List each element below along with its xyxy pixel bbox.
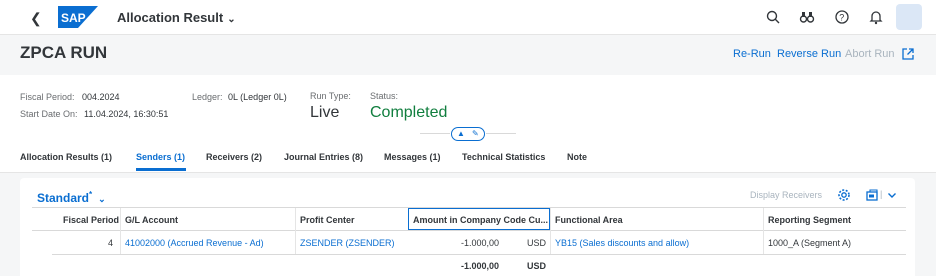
back-icon[interactable]: ❮ <box>30 10 42 27</box>
variant-selector[interactable]: Standard* ⌄ <box>37 190 106 205</box>
ledger-value: 0L (Ledger 0L) <box>228 92 287 102</box>
help-icon[interactable]: ? <box>834 9 850 25</box>
cell-currency: USD <box>527 238 547 248</box>
search-icon[interactable] <box>765 9 781 25</box>
column-separator <box>295 208 296 254</box>
cell-amount: -1.000,00 <box>461 238 500 248</box>
start-date-label: Start Date On: <box>20 109 78 119</box>
tab-allocation-results[interactable]: Allocation Results (1) <box>20 152 112 162</box>
pin-header-icon[interactable]: ✎ <box>472 129 479 138</box>
open-external-icon[interactable] <box>901 47 915 61</box>
rerun-button[interactable]: Re-Run <box>733 48 771 60</box>
cell-gl-account-link[interactable]: 41002000 (Accrued Revenue - Ad) <box>125 238 264 248</box>
tab-journal-entries[interactable]: Journal Entries (8) <box>284 152 363 162</box>
col-header-functional-area[interactable]: Functional Area <box>555 215 623 225</box>
fiscal-period-value: 004.2024 <box>82 92 120 102</box>
ledger-label: Ledger: <box>192 92 223 102</box>
app-title: Allocation Result <box>117 10 224 25</box>
run-type-value: Live <box>310 104 340 121</box>
chevron-down-icon[interactable] <box>885 188 899 202</box>
sap-logo[interactable]: SAP <box>58 6 98 28</box>
header-divider-right <box>486 133 516 134</box>
start-date-value: 11.04.2024, 16:30:51 <box>84 109 169 119</box>
tabbar-divider <box>0 172 936 173</box>
cell-profit-center-link[interactable]: ZSENDER (ZSENDER) <box>300 238 395 248</box>
cell-fiscal-period: 4 <box>108 238 114 248</box>
toolbar-separator: | <box>880 189 883 199</box>
page-title: ZPCA RUN <box>20 43 108 62</box>
col-header-reporting-segment[interactable]: Reporting Segment <box>768 215 851 225</box>
tab-note[interactable]: Note <box>567 152 587 162</box>
export-excel-icon[interactable] <box>865 188 879 202</box>
cell-reporting-segment: 1000_A (Segment A) <box>768 238 852 248</box>
column-separator <box>763 208 764 254</box>
table-header-bottom-border <box>32 230 906 231</box>
tab-receivers[interactable]: Receivers (2) <box>206 152 262 162</box>
settings-gear-icon[interactable] <box>837 188 851 202</box>
tab-messages[interactable]: Messages (1) <box>384 152 441 162</box>
variant-name: Standard <box>37 191 90 205</box>
display-receivers-button: Display Receivers <box>750 190 823 200</box>
total-amount: -1.000,00 <box>461 261 500 271</box>
col-header-profit-center[interactable]: Profit Center <box>300 215 355 225</box>
selected-tab-indicator <box>136 168 186 171</box>
fiscal-period-label: Fiscal Period: <box>20 92 75 102</box>
user-avatar[interactable] <box>896 4 922 30</box>
chevron-down-icon: ⌄ <box>227 14 236 25</box>
reverse-run-button[interactable]: Reverse Run <box>777 48 841 60</box>
run-type-label: Run Type: <box>310 91 351 101</box>
app-title-menu[interactable]: Allocation Result ⌄ <box>117 10 236 25</box>
column-separator <box>120 208 121 254</box>
chevron-down-icon: ⌄ <box>98 194 106 204</box>
table-row-border <box>52 254 906 255</box>
header-divider-left <box>420 133 450 134</box>
col-header-gl-account[interactable]: G/L Account <box>125 215 178 225</box>
abort-run-button: Abort Run <box>845 48 895 60</box>
status-value: Completed <box>370 104 448 121</box>
tab-technical-statistics[interactable]: Technical Statistics <box>462 152 545 162</box>
total-currency: USD <box>527 261 547 271</box>
header-collapse-controls: ▲ ✎ <box>451 127 485 141</box>
bell-icon[interactable] <box>868 9 884 25</box>
variant-modified-marker: * <box>89 190 93 199</box>
column-separator <box>550 208 551 254</box>
binoculars-icon[interactable] <box>799 9 815 25</box>
svg-text:?: ? <box>839 13 844 23</box>
collapse-header-icon[interactable]: ▲ <box>457 129 465 138</box>
cell-functional-area-link[interactable]: YB15 (Sales discounts and allow) <box>555 238 689 248</box>
status-label: Status: <box>370 91 399 101</box>
tab-senders[interactable]: Senders (1) <box>136 152 185 162</box>
shell-bar: ❮ SAP Allocation Result ⌄ ? <box>0 0 936 35</box>
col-header-fiscal-period[interactable]: Fiscal Period <box>63 215 119 225</box>
sap-logo-text: SAP <box>61 11 86 25</box>
col-header-amount[interactable]: Amount in Company Code Cu... <box>413 215 548 225</box>
